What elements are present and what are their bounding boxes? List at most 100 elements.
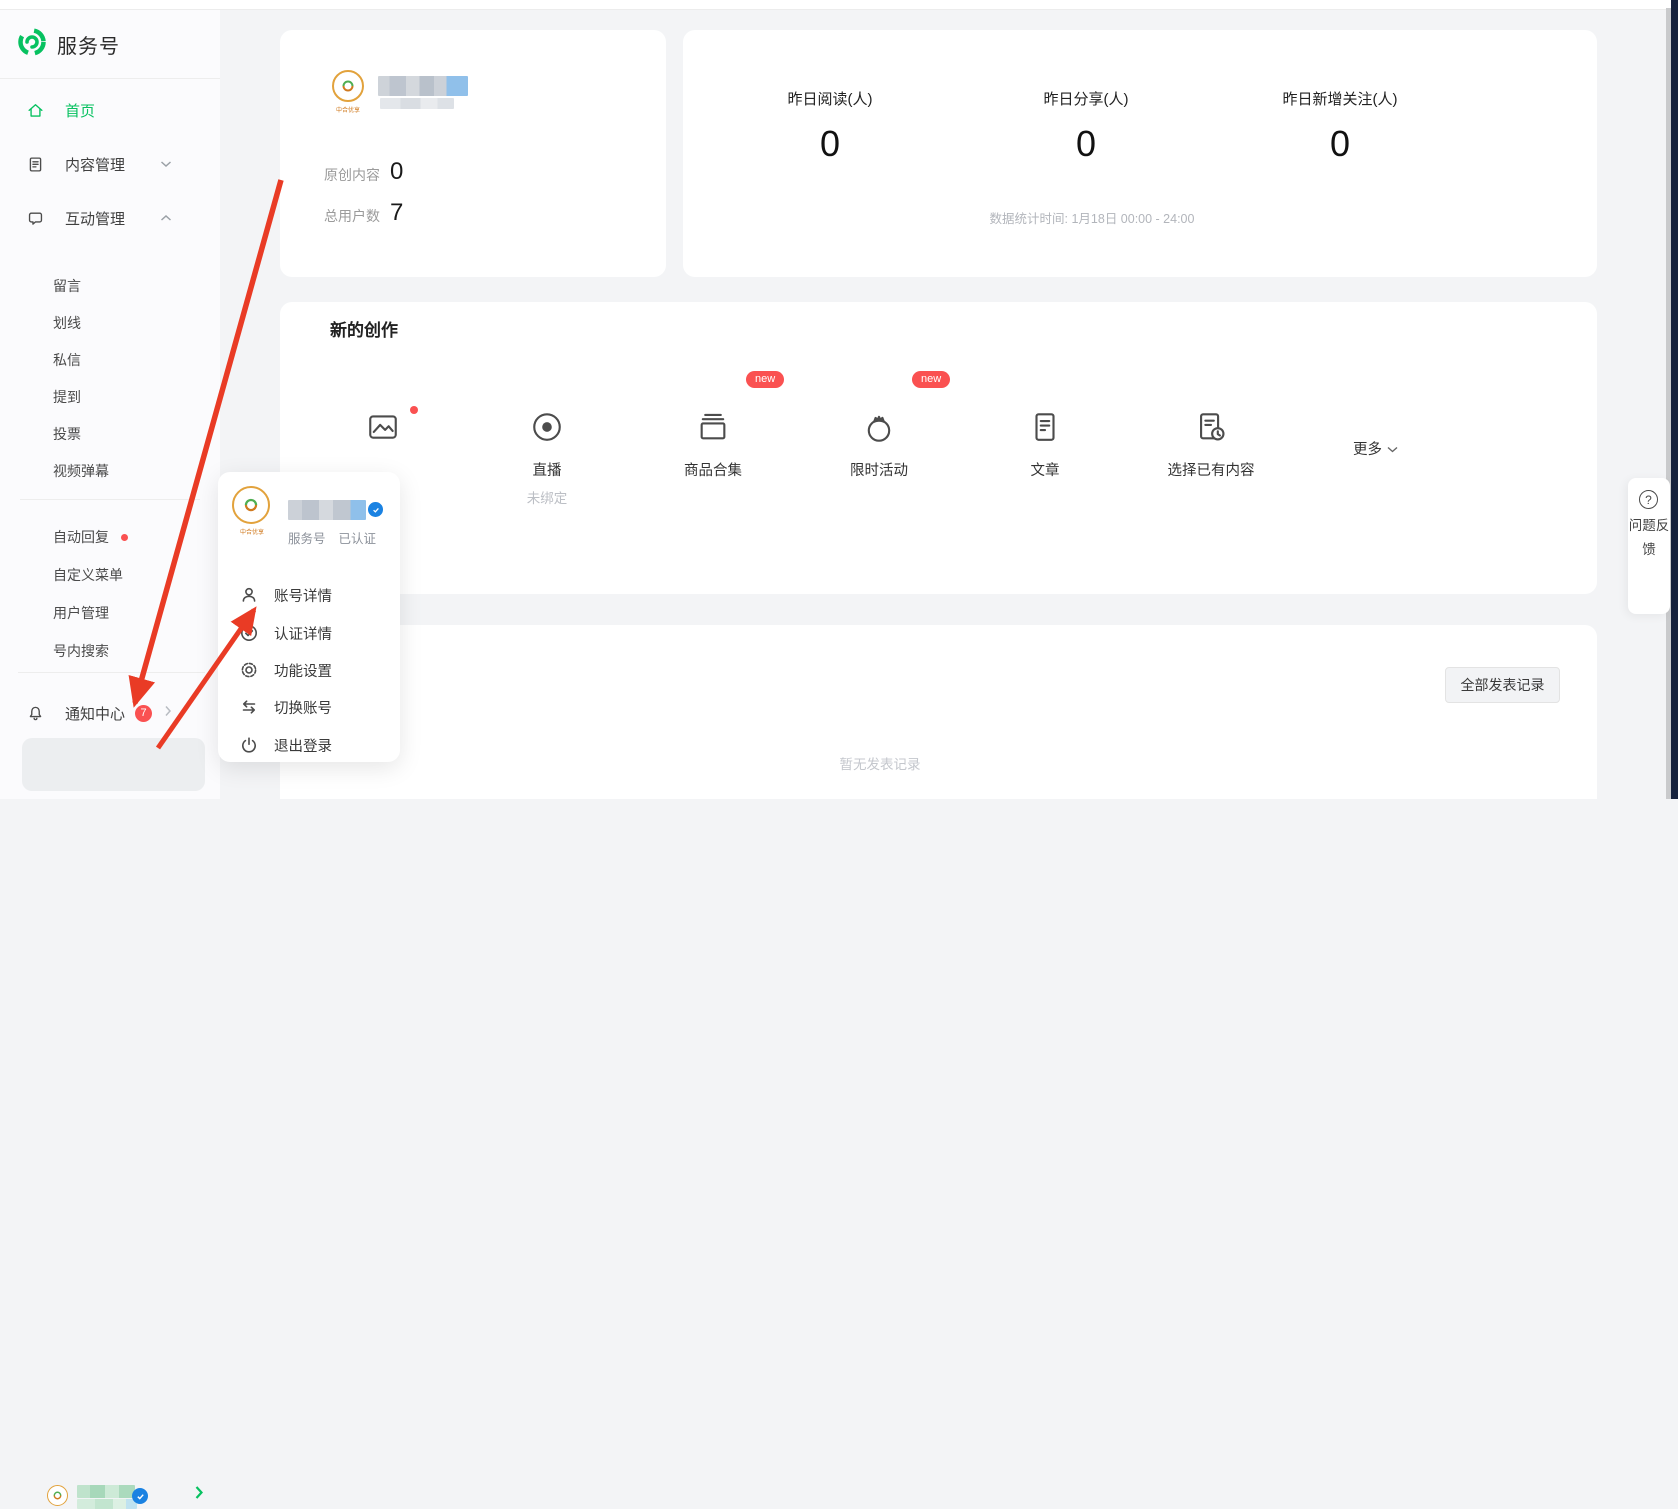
sidebar-item-account-search[interactable]: 号内搜索 <box>53 641 109 661</box>
money-pouch-icon <box>862 410 896 444</box>
sidebar: 服务号 首页 内容管理 互动管理 留言 <box>0 10 220 799</box>
blurred-account-name <box>378 76 468 96</box>
bell-icon <box>27 705 44 722</box>
chevron-down-icon <box>160 155 172 173</box>
sidebar-item-content-management[interactable]: 内容管理 <box>0 149 220 179</box>
notification-dot <box>410 406 418 414</box>
sidebar-item-label: 通知中心 <box>65 703 125 724</box>
chevron-up-icon <box>160 209 172 227</box>
creation-item-label: 限时活动 <box>814 459 944 480</box>
popup-item-label: 账号详情 <box>274 585 332 606</box>
creation-item-label: 选择已有内容 <box>1146 459 1276 480</box>
sidebar-item-mentions[interactable]: 提到 <box>53 387 81 407</box>
content-management-icon <box>27 156 44 173</box>
empty-records-text: 暂无发表记录 <box>280 753 1480 773</box>
sidebar-item-home[interactable]: 首页 <box>0 95 220 125</box>
user-icon <box>240 586 258 604</box>
feedback-label: 问题反馈 <box>1628 514 1670 562</box>
yesterday-stats-card: 昨日阅读(人) 0 昨日分享(人) 0 昨日新增关注(人) 0 数据统计时间: … <box>683 30 1597 277</box>
sidebar-item-label: 互动管理 <box>65 208 125 229</box>
blurred-account-name-line2 <box>77 1499 137 1509</box>
divider <box>20 499 200 500</box>
creation-item-label: 直播 <box>482 459 612 480</box>
gear-icon <box>240 661 258 679</box>
sidebar-item-private-message[interactable]: 私信 <box>53 350 81 370</box>
creation-item-status: 未绑定 <box>482 487 612 507</box>
sidebar-item-label: 首页 <box>65 100 95 121</box>
metric-label: 昨日阅读(人) <box>720 88 940 109</box>
original-content-label: 原创内容 <box>324 165 380 185</box>
notification-count-badge: 7 <box>135 705 152 722</box>
sidebar-item-notification-center[interactable]: 通知中心 7 <box>0 698 220 728</box>
sidebar-item-custom-menu[interactable]: 自定义菜单 <box>53 565 123 585</box>
sidebar-item-user-management[interactable]: 用户管理 <box>53 603 109 623</box>
chevron-down-icon <box>1387 441 1398 457</box>
live-icon <box>530 410 564 444</box>
sidebar-item-video-danmu[interactable]: 视频弹幕 <box>53 461 109 481</box>
account-overview-card: 中合优享 原创内容 0 总用户数 7 <box>280 30 666 277</box>
question-icon: ? <box>1639 490 1658 509</box>
sidebar-item-auto-reply[interactable]: 自动回复 <box>53 527 128 547</box>
service-account-dashboard: 服务号 首页 内容管理 互动管理 留言 <box>0 0 1678 799</box>
interaction-management-icon <box>27 210 44 227</box>
sidebar-item-votes[interactable]: 投票 <box>53 424 81 444</box>
image-icon <box>366 410 400 444</box>
feedback-button[interactable]: ? 问题反馈 <box>1628 478 1670 614</box>
metric-share: 昨日分享(人) 0 <box>976 88 1196 165</box>
article-icon <box>1028 410 1062 444</box>
metric-label: 昨日新增关注(人) <box>1230 88 1450 109</box>
creation-item-article[interactable]: 文章 <box>980 410 1110 480</box>
popup-item-label: 退出登录 <box>274 735 332 756</box>
creation-item-product-collection[interactable]: 商品合集 new <box>648 410 778 480</box>
blurred-account-name-line2 <box>380 98 454 109</box>
avatar <box>47 1485 68 1506</box>
popup-item-feature-settings[interactable]: 功能设置 <box>218 658 400 682</box>
metric-value: 0 <box>1230 123 1450 165</box>
creation-card-title: 新的创作 <box>330 316 398 341</box>
avatar-caption: 中合优享 <box>224 527 280 536</box>
top-strip <box>0 0 1678 10</box>
product-collection-icon <box>696 410 730 444</box>
sidebar-item-underline[interactable]: 划线 <box>53 313 81 333</box>
blurred-account-name <box>288 500 366 520</box>
account-avatar <box>332 70 364 102</box>
popup-item-logout[interactable]: 退出登录 <box>218 733 400 757</box>
metric-value: 0 <box>976 123 1196 165</box>
popup-item-account-details[interactable]: 账号详情 <box>218 583 400 607</box>
new-creation-card: 新的创作 直播 未绑定 商品合集 new 限时活动 <box>280 302 1597 594</box>
more-label: 更多 <box>1353 438 1382 459</box>
account-type-label: 服务号 <box>288 528 326 547</box>
total-users-label: 总用户数 <box>324 206 380 226</box>
home-icon <box>27 102 44 119</box>
more-button[interactable]: 更多 <box>1353 438 1398 459</box>
popup-item-switch-account[interactable]: 切换账号 <box>218 695 400 719</box>
metric-new-followers: 昨日新增关注(人) 0 <box>1230 88 1450 165</box>
swap-arrows-icon <box>240 698 258 716</box>
verified-badge-icon <box>132 1488 148 1504</box>
creation-item-limited-time-activity[interactable]: 限时活动 new <box>814 410 944 480</box>
popup-item-verification-details[interactable]: 认证详情 <box>218 621 400 645</box>
metric-value: 0 <box>720 123 940 165</box>
creation-item-select-existing[interactable]: 选择已有内容 <box>1146 410 1276 480</box>
creation-item-label: 商品合集 <box>648 459 778 480</box>
all-publish-records-button[interactable]: 全部发表记录 <box>1445 667 1560 703</box>
metric-read: 昨日阅读(人) 0 <box>720 88 940 165</box>
creation-item-image[interactable] <box>318 410 448 449</box>
sidebar-item-interaction-management[interactable]: 互动管理 <box>0 203 220 233</box>
avatar-caption: 中合优享 <box>322 105 374 114</box>
notification-dot <box>121 534 128 541</box>
popup-item-label: 认证详情 <box>274 623 332 644</box>
brand: 服务号 <box>18 28 120 61</box>
divider <box>0 78 220 79</box>
window-edge <box>1671 0 1678 799</box>
original-content-value: 0 <box>390 158 403 186</box>
publish-records-card: 全部发表记录 暂无发表记录 <box>280 625 1597 799</box>
chevron-right-icon <box>164 704 172 722</box>
sidebar-item-comments[interactable]: 留言 <box>53 276 81 296</box>
creation-item-live[interactable]: 直播 未绑定 <box>482 410 612 507</box>
popup-avatar <box>232 486 270 524</box>
new-badge: new <box>912 371 950 388</box>
power-icon <box>240 736 258 754</box>
metric-label: 昨日分享(人) <box>976 88 1196 109</box>
sidebar-account-switcher[interactable] <box>22 738 205 791</box>
